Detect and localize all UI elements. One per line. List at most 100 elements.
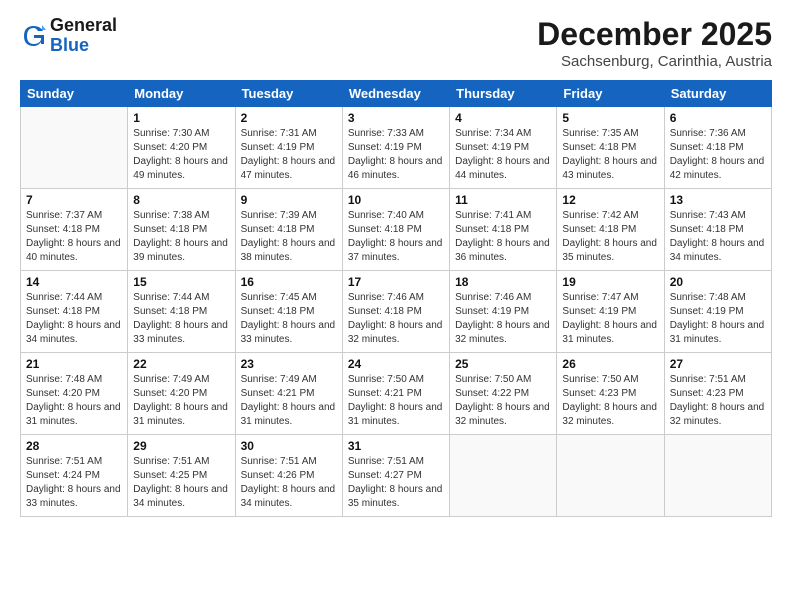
calendar-cell: 15 Sunrise: 7:44 AM Sunset: 4:18 PM Dayli… <box>128 271 235 353</box>
calendar-cell: 20Sunrise: 7:48 AM Sunset: 4:19 PM Dayli… <box>664 271 771 353</box>
week-row-2: 14 Sunrise: 7:44 AM Sunset: 4:18 PM Dayli… <box>21 271 772 353</box>
calendar-cell <box>450 435 557 517</box>
calendar-cell: 25Sunrise: 7:50 AM Sunset: 4:22 PM Dayli… <box>450 353 557 435</box>
day-number: 6 <box>670 111 766 125</box>
calendar-cell: 16 Sunrise: 7:45 AM Sunset: 4:18 PM Dayli… <box>235 271 342 353</box>
column-header-monday: Monday <box>128 81 235 107</box>
calendar-cell <box>21 107 128 189</box>
calendar-cell: 8 Sunrise: 7:38 AM Sunset: 4:18 PM Daylig… <box>128 189 235 271</box>
day-number: 8 <box>133 193 229 207</box>
day-info: Sunrise: 7:45 AM Sunset: 4:18 PM Dayligh… <box>241 291 337 347</box>
day-info: Sunrise: 7:51 AM Sunset: 4:25 PM Dayligh… <box>133 455 229 511</box>
day-info: Sunrise: 7:31 AM Sunset: 4:19 PM Dayligh… <box>241 127 337 183</box>
day-number: 19 <box>562 275 658 289</box>
calendar-cell: 12 Sunrise: 7:42 AM Sunset: 4:18 PM Dayli… <box>557 189 664 271</box>
day-info: Sunrise: 7:51 AM Sunset: 4:27 PM Dayligh… <box>348 455 444 511</box>
day-info: Sunrise: 7:33 AM Sunset: 4:19 PM Dayligh… <box>348 127 444 183</box>
calendar-cell: 30 Sunrise: 7:51 AM Sunset: 4:26 PM Dayli… <box>235 435 342 517</box>
calendar-cell: 4Sunrise: 7:34 AM Sunset: 4:19 PM Daylig… <box>450 107 557 189</box>
day-info: Sunrise: 7:46 AM Sunset: 4:19 PM Dayligh… <box>455 291 551 347</box>
day-info: Sunrise: 7:30 AM Sunset: 4:20 PM Dayligh… <box>133 127 229 183</box>
day-info: Sunrise: 7:46 AM Sunset: 4:18 PM Dayligh… <box>348 291 444 347</box>
day-info: Sunrise: 7:43 AM Sunset: 4:18 PM Dayligh… <box>670 209 766 265</box>
calendar-cell: 27 Sunrise: 7:51 AM Sunset: 4:23 PM Dayli… <box>664 353 771 435</box>
calendar-cell: 18 Sunrise: 7:46 AM Sunset: 4:19 PM Dayli… <box>450 271 557 353</box>
calendar-cell <box>557 435 664 517</box>
day-number: 31 <box>348 439 444 453</box>
day-number: 1 <box>133 111 229 125</box>
day-number: 23 <box>241 357 337 371</box>
day-info: Sunrise: 7:40 AM Sunset: 4:18 PM Dayligh… <box>348 209 444 265</box>
calendar-cell: 10 Sunrise: 7:40 AM Sunset: 4:18 PM Dayli… <box>342 189 449 271</box>
calendar-cell: 6 Sunrise: 7:36 AM Sunset: 4:18 PM Daylig… <box>664 107 771 189</box>
calendar-cell: 13Sunrise: 7:43 AM Sunset: 4:18 PM Dayli… <box>664 189 771 271</box>
day-info: Sunrise: 7:36 AM Sunset: 4:18 PM Dayligh… <box>670 127 766 183</box>
day-number: 12 <box>562 193 658 207</box>
calendar-cell: 5 Sunrise: 7:35 AM Sunset: 4:18 PM Daylig… <box>557 107 664 189</box>
week-row-4: 28Sunrise: 7:51 AM Sunset: 4:24 PM Dayli… <box>21 435 772 517</box>
logo-line1: General <box>50 16 117 36</box>
calendar-header-row: SundayMondayTuesdayWednesdayThursdayFrid… <box>21 81 772 107</box>
calendar-cell: 21 Sunrise: 7:48 AM Sunset: 4:20 PM Dayli… <box>21 353 128 435</box>
day-info: Sunrise: 7:38 AM Sunset: 4:18 PM Dayligh… <box>133 209 229 265</box>
day-info: Sunrise: 7:35 AM Sunset: 4:18 PM Dayligh… <box>562 127 658 183</box>
day-info: Sunrise: 7:49 AM Sunset: 4:21 PM Dayligh… <box>241 373 337 429</box>
day-number: 17 <box>348 275 444 289</box>
day-number: 18 <box>455 275 551 289</box>
day-info: Sunrise: 7:50 AM Sunset: 4:23 PM Dayligh… <box>562 373 658 429</box>
day-info: Sunrise: 7:42 AM Sunset: 4:18 PM Dayligh… <box>562 209 658 265</box>
calendar-cell: 7Sunrise: 7:37 AM Sunset: 4:18 PM Daylig… <box>21 189 128 271</box>
day-number: 11 <box>455 193 551 207</box>
day-number: 26 <box>562 357 658 371</box>
calendar-cell: 1 Sunrise: 7:30 AM Sunset: 4:20 PM Daylig… <box>128 107 235 189</box>
calendar-cell: 23 Sunrise: 7:49 AM Sunset: 4:21 PM Dayli… <box>235 353 342 435</box>
day-number: 10 <box>348 193 444 207</box>
day-info: Sunrise: 7:51 AM Sunset: 4:24 PM Dayligh… <box>26 455 122 511</box>
day-info: Sunrise: 7:44 AM Sunset: 4:18 PM Dayligh… <box>133 291 229 347</box>
day-info: Sunrise: 7:39 AM Sunset: 4:18 PM Dayligh… <box>241 209 337 265</box>
month-title: December 2025 <box>537 16 772 53</box>
column-header-thursday: Thursday <box>450 81 557 107</box>
day-info: Sunrise: 7:37 AM Sunset: 4:18 PM Dayligh… <box>26 209 122 265</box>
day-number: 14 <box>26 275 122 289</box>
day-number: 20 <box>670 275 766 289</box>
calendar-table: SundayMondayTuesdayWednesdayThursdayFrid… <box>20 80 772 517</box>
day-number: 2 <box>241 111 337 125</box>
day-number: 27 <box>670 357 766 371</box>
calendar-cell: 3Sunrise: 7:33 AM Sunset: 4:19 PM Daylig… <box>342 107 449 189</box>
title-block: December 2025 Sachsenburg, Carinthia, Au… <box>537 16 772 70</box>
calendar-cell: 9 Sunrise: 7:39 AM Sunset: 4:18 PM Daylig… <box>235 189 342 271</box>
logo-line2: Blue <box>50 36 117 56</box>
location-title: Sachsenburg, Carinthia, Austria <box>537 53 772 70</box>
calendar-cell <box>664 435 771 517</box>
day-info: Sunrise: 7:41 AM Sunset: 4:18 PM Dayligh… <box>455 209 551 265</box>
day-info: Sunrise: 7:51 AM Sunset: 4:23 PM Dayligh… <box>670 373 766 429</box>
calendar-cell: 11 Sunrise: 7:41 AM Sunset: 4:18 PM Dayli… <box>450 189 557 271</box>
calendar-cell: 2 Sunrise: 7:31 AM Sunset: 4:19 PM Daylig… <box>235 107 342 189</box>
calendar-cell: 29Sunrise: 7:51 AM Sunset: 4:25 PM Dayli… <box>128 435 235 517</box>
week-row-0: 1 Sunrise: 7:30 AM Sunset: 4:20 PM Daylig… <box>21 107 772 189</box>
day-number: 22 <box>133 357 229 371</box>
column-header-tuesday: Tuesday <box>235 81 342 107</box>
column-header-friday: Friday <box>557 81 664 107</box>
calendar-cell: 19 Sunrise: 7:47 AM Sunset: 4:19 PM Dayli… <box>557 271 664 353</box>
day-info: Sunrise: 7:48 AM Sunset: 4:20 PM Dayligh… <box>26 373 122 429</box>
day-info: Sunrise: 7:51 AM Sunset: 4:26 PM Dayligh… <box>241 455 337 511</box>
day-number: 30 <box>241 439 337 453</box>
day-number: 21 <box>26 357 122 371</box>
logo: General Blue <box>20 16 117 56</box>
day-number: 5 <box>562 111 658 125</box>
calendar-cell: 24Sunrise: 7:50 AM Sunset: 4:21 PM Dayli… <box>342 353 449 435</box>
day-number: 24 <box>348 357 444 371</box>
calendar-cell: 31 Sunrise: 7:51 AM Sunset: 4:27 PM Dayli… <box>342 435 449 517</box>
day-number: 9 <box>241 193 337 207</box>
calendar-cell: 22Sunrise: 7:49 AM Sunset: 4:20 PM Dayli… <box>128 353 235 435</box>
day-number: 15 <box>133 275 229 289</box>
week-row-3: 21 Sunrise: 7:48 AM Sunset: 4:20 PM Dayli… <box>21 353 772 435</box>
column-header-sunday: Sunday <box>21 81 128 107</box>
day-number: 4 <box>455 111 551 125</box>
day-number: 16 <box>241 275 337 289</box>
day-info: Sunrise: 7:47 AM Sunset: 4:19 PM Dayligh… <box>562 291 658 347</box>
logo-icon <box>20 22 48 50</box>
day-info: Sunrise: 7:50 AM Sunset: 4:22 PM Dayligh… <box>455 373 551 429</box>
